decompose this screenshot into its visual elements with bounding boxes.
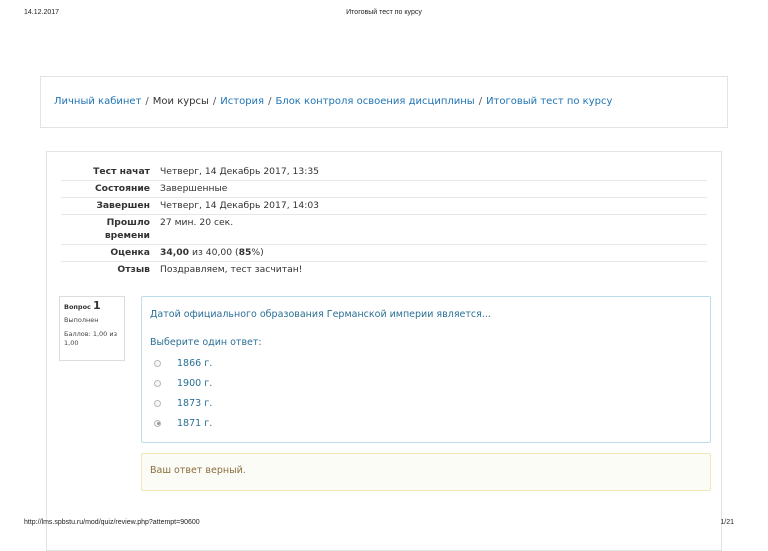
answer-feedback-text: Ваш ответ верный. bbox=[150, 465, 246, 476]
grade-percent-sign: %) bbox=[251, 247, 264, 258]
answer-option[interactable]: 1873 г. bbox=[154, 393, 212, 413]
summary-row-feedback: Отзыв Поздравляем, тест засчитан! bbox=[61, 261, 707, 278]
summary-row-time-taken: Прошло времени 27 мин. 20 сек. bbox=[61, 214, 707, 244]
breadcrumb-separator: / bbox=[478, 96, 483, 107]
answer-option[interactable]: 1900 г. bbox=[154, 373, 212, 393]
answer-label: 1900 г. bbox=[177, 377, 213, 389]
grade-percent: 85 bbox=[238, 247, 252, 258]
answer-option-selected[interactable]: 1871 г. bbox=[154, 413, 212, 433]
grade-max: из 40,00 ( bbox=[189, 247, 239, 258]
radio-checked-icon[interactable] bbox=[154, 419, 161, 427]
breadcrumb-section-link[interactable]: Блок контроля освоения дисциплины bbox=[275, 96, 474, 107]
print-title: Итоговый тест по курсу bbox=[346, 9, 422, 16]
summary-label: Оценка bbox=[110, 247, 150, 258]
summary-row-state: Состояние Завершенные bbox=[61, 180, 707, 197]
breadcrumb-separator: / bbox=[212, 96, 217, 107]
answer-label: 1871 г. bbox=[177, 417, 213, 429]
breadcrumb-course-link[interactable]: История bbox=[220, 96, 264, 107]
breadcrumb-my-courses: Мои курсы bbox=[152, 96, 209, 107]
question-number: 1 bbox=[92, 299, 101, 312]
breadcrumb-dashboard-link[interactable]: Личный кабинет bbox=[54, 96, 141, 107]
question-content-box: Датой официального образования Германско… bbox=[141, 296, 711, 443]
summary-label: Отзыв bbox=[117, 264, 150, 275]
print-url: http://lms.spbstu.ru/mod/quiz/review.php… bbox=[24, 519, 200, 526]
breadcrumb: Личный кабинет / Мои курсы / История / Блок ко… bbox=[54, 96, 612, 107]
summary-value: 27 мин. 20 сек. bbox=[160, 217, 234, 228]
summary-value: 34,00 из 40,00 (85%) bbox=[160, 246, 707, 259]
breadcrumb-separator: / bbox=[268, 96, 272, 107]
print-page-number: 1/21 bbox=[720, 519, 734, 526]
breadcrumb-separator: / bbox=[145, 96, 149, 107]
question-state: Выполнен bbox=[64, 316, 99, 324]
summary-row-grade: Оценка 34,00 из 40,00 (85%) bbox=[61, 244, 707, 261]
summary-row-completed: Завершен Четверг, 14 Декабрь 2017, 14:03 bbox=[61, 197, 707, 214]
answer-label: 1873 г. bbox=[177, 397, 213, 409]
summary-label: Состояние bbox=[94, 183, 150, 194]
grade-score: 34,00 bbox=[160, 247, 190, 258]
radio-icon[interactable] bbox=[154, 359, 161, 367]
summary-label: Прошло времени bbox=[104, 217, 150, 241]
print-header: 14.12.2017 Итоговый тест по курсу bbox=[0, 9, 768, 19]
summary-label: Завершен bbox=[96, 200, 150, 211]
breadcrumb-quiz-link[interactable]: Итоговый тест по курсу bbox=[486, 96, 612, 107]
answer-prompt: Выберите один ответ: bbox=[150, 337, 262, 348]
summary-row-started: Тест начат Четверг, 14 Декабрь 2017, 13:… bbox=[61, 164, 707, 180]
answer-feedback-box: Ваш ответ верный. bbox=[141, 453, 711, 491]
answer-list: 1866 г. 1900 г. 1873 г. 1871 г. bbox=[154, 353, 212, 433]
summary-value: Четверг, 14 Декабрь 2017, 13:35 bbox=[160, 166, 320, 177]
question-grade: Баллов: 1,00 из 1,00 bbox=[64, 330, 118, 347]
question-label: Вопрос bbox=[64, 303, 91, 311]
attempt-summary-table: Тест начат Четверг, 14 Декабрь 2017, 13:… bbox=[61, 164, 707, 278]
breadcrumb-bar: Личный кабинет / Мои курсы / История / Блок ко… bbox=[40, 76, 728, 128]
summary-value: Четверг, 14 Декабрь 2017, 14:03 bbox=[160, 200, 320, 211]
summary-value: Завершенные bbox=[160, 183, 228, 194]
summary-value: Поздравляем, тест засчитан! bbox=[160, 264, 303, 275]
answer-option[interactable]: 1866 г. bbox=[154, 353, 212, 373]
summary-label: Тест начат bbox=[93, 166, 150, 177]
answer-label: 1866 г. bbox=[177, 357, 213, 369]
print-footer: http://lms.spbstu.ru/mod/quiz/review.php… bbox=[0, 519, 768, 529]
question-info-box: Вопрос 1 Выполнен Баллов: 1,00 из 1,00 bbox=[59, 296, 125, 361]
radio-icon[interactable] bbox=[154, 379, 161, 387]
radio-icon[interactable] bbox=[154, 399, 161, 407]
question-text: Датой официального образования Германско… bbox=[150, 309, 491, 320]
